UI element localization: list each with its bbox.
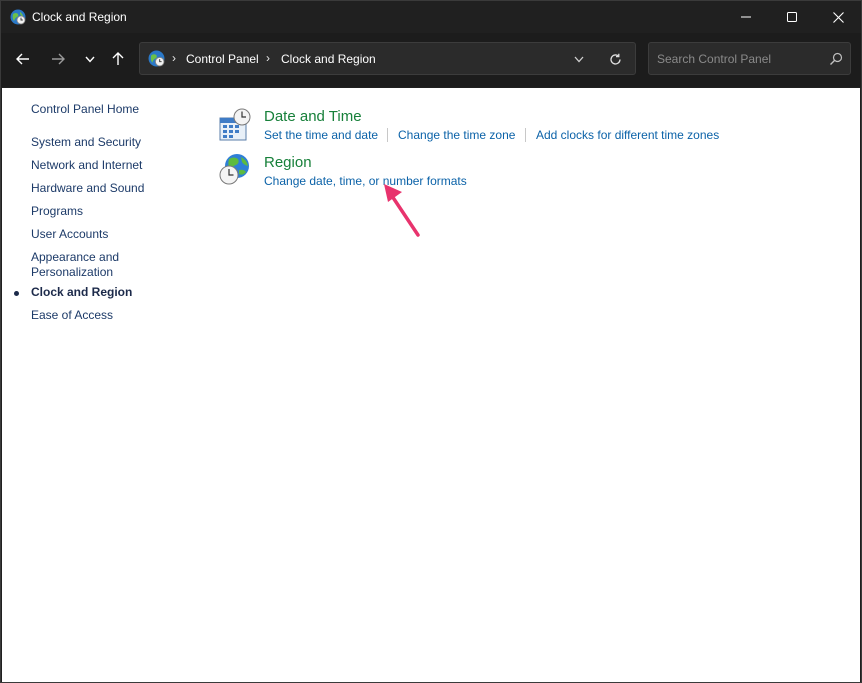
refresh-button[interactable] bbox=[606, 50, 624, 68]
refresh-icon bbox=[609, 53, 621, 65]
up-button[interactable] bbox=[105, 46, 131, 72]
back-button[interactable] bbox=[10, 46, 36, 72]
sidebar-item-network-and-internet[interactable]: Network and Internet bbox=[31, 158, 142, 173]
sidebar-item-system-and-security[interactable]: System and Security bbox=[31, 135, 141, 150]
address-bar[interactable]: › Control Panel › Clock and Region bbox=[139, 42, 636, 75]
annotation-arrow bbox=[384, 184, 420, 237]
search-box[interactable] bbox=[648, 42, 851, 75]
breadcrumb-clock-and-region[interactable]: Clock and Region bbox=[281, 52, 376, 66]
category-title-region[interactable]: Region bbox=[264, 154, 312, 171]
sidebar-item-programs[interactable]: Programs bbox=[31, 204, 83, 219]
active-indicator bbox=[14, 291, 19, 296]
sidebar-item-hardware-and-sound[interactable]: Hardware and Sound bbox=[31, 181, 144, 196]
control-panel-window: Clock and Region › Control Panel › Clock… bbox=[0, 0, 862, 683]
search-icon[interactable] bbox=[829, 52, 843, 66]
minimize-icon bbox=[741, 16, 751, 18]
task-change-time-zone[interactable]: Change the time zone bbox=[398, 128, 515, 142]
chevron-down-icon bbox=[574, 56, 584, 62]
calendar-clock-icon[interactable] bbox=[218, 108, 252, 142]
content-area: Control Panel Home System and Security N… bbox=[2, 88, 860, 682]
category-title-date-and-time[interactable]: Date and Time bbox=[264, 108, 362, 125]
recent-locations-button[interactable] bbox=[77, 46, 103, 72]
chevron-right-icon[interactable]: › bbox=[266, 51, 270, 65]
task-separator bbox=[387, 128, 388, 142]
close-icon bbox=[832, 11, 844, 23]
task-separator bbox=[525, 128, 526, 142]
navigation-bar: › Control Panel › Clock and Region bbox=[1, 33, 861, 87]
maximize-icon bbox=[787, 12, 797, 22]
address-history-dropdown[interactable] bbox=[570, 51, 588, 67]
globe-clock-icon[interactable] bbox=[218, 152, 252, 186]
task-set-time-and-date[interactable]: Set the time and date bbox=[264, 128, 378, 142]
control-panel-icon bbox=[148, 50, 165, 67]
sidebar-item-user-accounts[interactable]: User Accounts bbox=[31, 227, 108, 242]
sidebar-item-clock-and-region[interactable]: Clock and Region bbox=[31, 285, 132, 300]
task-add-clocks[interactable]: Add clocks for different time zones bbox=[536, 128, 719, 142]
control-panel-icon bbox=[10, 9, 26, 25]
breadcrumb-control-panel[interactable]: Control Panel bbox=[186, 52, 259, 66]
sidebar-item-control-panel-home[interactable]: Control Panel Home bbox=[31, 102, 139, 117]
minimize-button[interactable] bbox=[723, 1, 769, 33]
arrow-up-icon bbox=[112, 52, 124, 65]
forward-button[interactable] bbox=[45, 46, 71, 72]
maximize-button[interactable] bbox=[769, 1, 815, 33]
chevron-down-icon bbox=[85, 56, 95, 63]
arrow-left-icon bbox=[16, 53, 29, 65]
task-change-formats[interactable]: Change date, time, or number formats bbox=[264, 174, 467, 188]
window-title: Clock and Region bbox=[32, 10, 127, 24]
sidebar-item-appearance-and-personalization[interactable]: Appearance and Personalization bbox=[31, 250, 141, 280]
title-bar: Clock and Region bbox=[1, 1, 861, 33]
sidebar: Control Panel Home System and Security N… bbox=[2, 88, 202, 682]
search-input[interactable] bbox=[657, 51, 822, 67]
arrow-right-icon bbox=[52, 53, 65, 65]
close-button[interactable] bbox=[815, 1, 861, 33]
sidebar-item-ease-of-access[interactable]: Ease of Access bbox=[31, 308, 113, 323]
chevron-right-icon[interactable]: › bbox=[172, 51, 176, 65]
